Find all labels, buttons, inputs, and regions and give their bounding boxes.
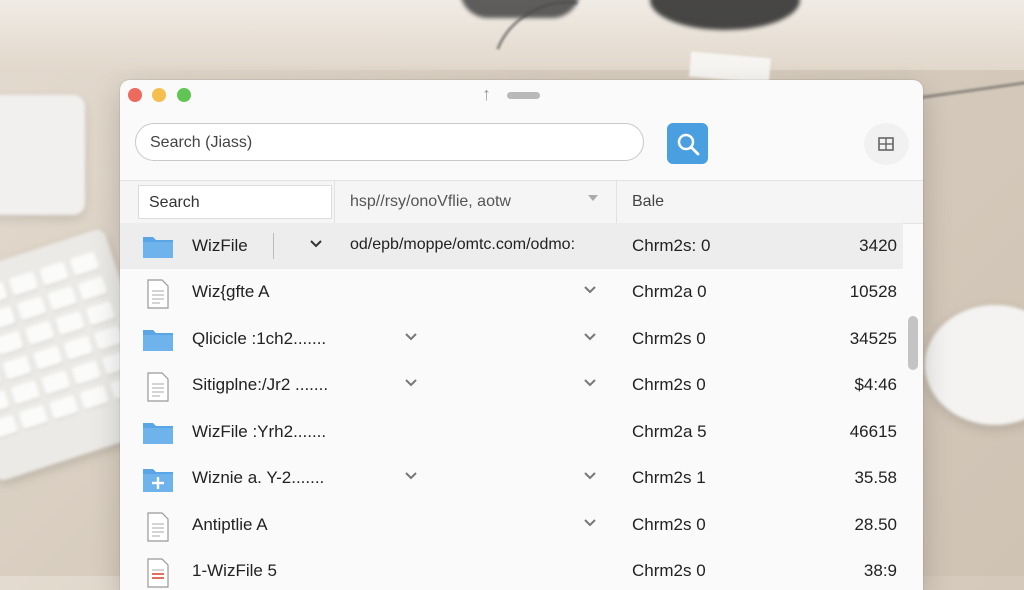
chevron-down-icon[interactable] bbox=[583, 376, 597, 390]
file-size: 10528 bbox=[849, 282, 897, 301]
table-row[interactable]: Antiptlie A Chrm2s 0 28.50 bbox=[120, 502, 903, 548]
file-name: Wiz{gfte A bbox=[192, 282, 270, 301]
table-row[interactable]: Qlicicle :1ch2....... Chrm2s 0 34525 bbox=[120, 316, 903, 362]
chevron-down-icon[interactable] bbox=[583, 330, 597, 344]
folder-icon bbox=[143, 237, 173, 258]
app-window: ↑ Search (Jiass) Search hsp//rsy/onoVfli… bbox=[120, 80, 923, 590]
search-icon bbox=[677, 133, 700, 156]
file-size: 38:9 bbox=[863, 561, 897, 580]
file-category: Chrm2s 0 bbox=[632, 375, 706, 394]
table-row[interactable]: Wiz{gfte A Chrm2a 0 10528 bbox=[120, 269, 903, 315]
layout-icon bbox=[878, 137, 894, 151]
column-header-row: Search hsp//rsy/onoVflie, aotw Bale bbox=[120, 180, 923, 224]
vertical-scrollbar[interactable] bbox=[908, 316, 918, 370]
file-size: 35.58 bbox=[854, 468, 897, 487]
table-row[interactable]: WizFile :Yrh2....... Chrm2a 5 46615 bbox=[120, 409, 903, 455]
chevron-down-icon[interactable] bbox=[404, 469, 418, 483]
column-header-category[interactable]: Bale bbox=[632, 193, 664, 211]
file-category: Chrm2s 0 bbox=[632, 561, 706, 580]
document-icon bbox=[147, 372, 169, 402]
header-search-field[interactable]: Search bbox=[138, 185, 332, 219]
column-divider[interactable] bbox=[334, 181, 335, 223]
table-row[interactable]: 1-WizFile 5 Chrm2s 0 38:9 bbox=[120, 548, 903, 590]
search-input[interactable]: Search (Jiass) bbox=[135, 123, 644, 161]
file-name: Wiznie a. Y-2....... bbox=[192, 468, 325, 487]
chevron-down-icon[interactable] bbox=[583, 469, 597, 483]
file-category: Chrm2s: 0 bbox=[632, 236, 711, 255]
chevron-down-icon[interactable] bbox=[404, 376, 418, 390]
document-icon bbox=[147, 512, 169, 542]
chevron-down-icon[interactable] bbox=[588, 195, 598, 201]
file-category: Chrm2s 0 bbox=[632, 515, 706, 534]
chevron-down-icon[interactable] bbox=[583, 516, 597, 530]
chevron-down-icon[interactable] bbox=[309, 237, 323, 251]
file-name: Sitigplne:/Jr2 ....... bbox=[192, 375, 329, 394]
folder-icon bbox=[143, 330, 173, 351]
file-category: Chrm2a 5 bbox=[632, 422, 707, 441]
window-title-placeholder bbox=[507, 92, 540, 99]
title-bar: ↑ bbox=[120, 80, 923, 112]
file-category: Chrm2a 0 bbox=[632, 282, 707, 301]
chevron-down-icon[interactable] bbox=[404, 330, 418, 344]
file-size: 34525 bbox=[849, 329, 897, 348]
search-button[interactable] bbox=[667, 123, 708, 164]
search-input-text: Search (Jiass) bbox=[150, 134, 253, 151]
file-size: 3420 bbox=[859, 236, 897, 255]
file-name: 1-WizFile 5 bbox=[192, 561, 278, 580]
file-size: $4:46 bbox=[854, 375, 897, 394]
file-name: WizFile bbox=[192, 236, 248, 255]
file-category: Chrm2s 1 bbox=[632, 468, 706, 487]
table-row[interactable]: WizFile od/epb/moppe/omtc.com/odmo: Chrm… bbox=[120, 223, 903, 269]
header-search-label: Search bbox=[149, 194, 200, 211]
chevron-down-icon[interactable] bbox=[583, 283, 597, 297]
file-size: 46615 bbox=[849, 422, 897, 441]
zoom-window-button[interactable] bbox=[177, 88, 191, 102]
file-name: Antiptlie A bbox=[192, 515, 268, 534]
file-name: Qlicicle :1ch2....... bbox=[192, 329, 327, 348]
folder-icon bbox=[143, 423, 173, 444]
file-path: od/epb/moppe/omtc.com/odmo: bbox=[350, 236, 576, 253]
column-divider bbox=[273, 233, 274, 259]
document-icon bbox=[147, 279, 169, 309]
background-tablet bbox=[0, 95, 85, 215]
column-divider[interactable] bbox=[616, 181, 617, 223]
folder-plus-icon bbox=[143, 469, 173, 492]
background-mouse bbox=[925, 305, 1024, 425]
file-size: 28.50 bbox=[854, 515, 897, 534]
up-arrow-icon[interactable]: ↑ bbox=[482, 84, 491, 105]
file-name: WizFile :Yrh2....... bbox=[192, 422, 327, 441]
column-header-path[interactable]: hsp//rsy/onoVflie, aotw bbox=[350, 193, 511, 211]
minimize-window-button[interactable] bbox=[152, 88, 166, 102]
file-category: Chrm2s 0 bbox=[632, 329, 706, 348]
table-row[interactable]: Wiznie a. Y-2....... Chrm2s 1 35.58 bbox=[120, 455, 903, 501]
table-row[interactable]: Sitigplne:/Jr2 ....... Chrm2s 0 $4:46 bbox=[120, 362, 903, 408]
close-window-button[interactable] bbox=[128, 88, 142, 102]
pdf-document-icon bbox=[147, 558, 169, 588]
options-button[interactable] bbox=[864, 123, 909, 165]
